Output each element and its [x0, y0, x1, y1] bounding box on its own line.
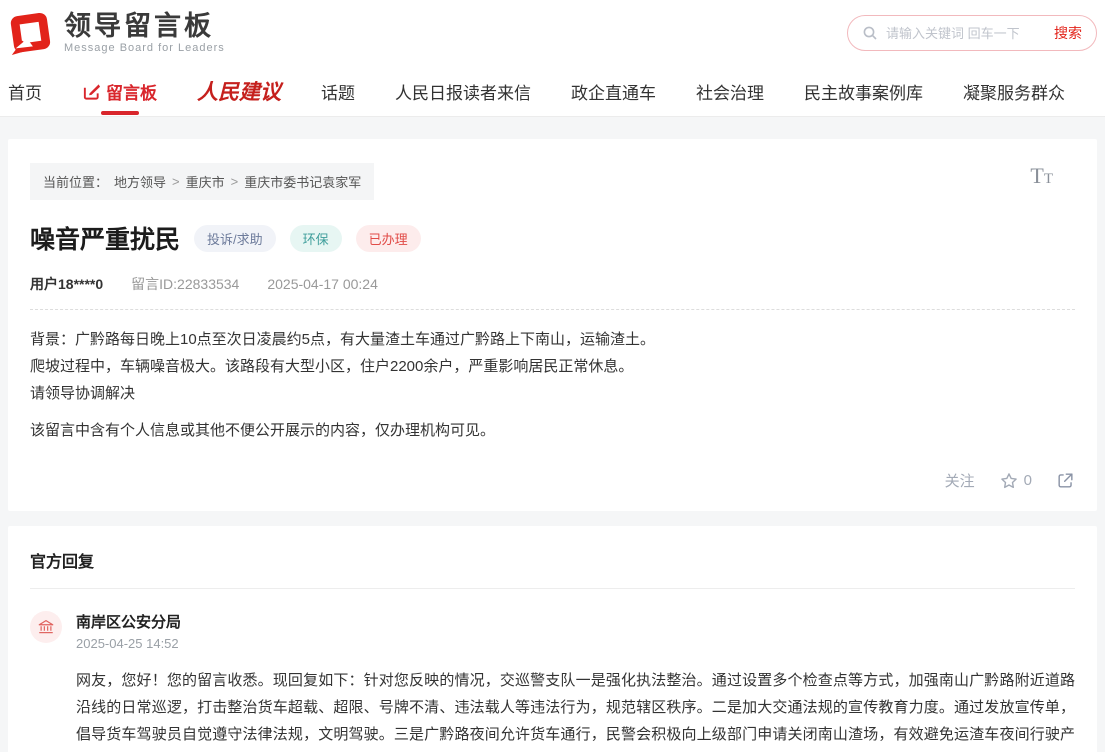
message-date: 2025-04-17 00:24 [267, 276, 378, 292]
divider [30, 309, 1075, 310]
favorite-count: 0 [1024, 472, 1032, 489]
breadcrumb-separator: > [231, 174, 239, 189]
agency-avatar [30, 611, 62, 643]
privacy-note: 该留言中含有个人信息或其他不便公开展示的内容，仅办理机构可见。 [30, 417, 1075, 444]
reply-content: 网友，您好！您的留言收悉。现回复如下：针对您反映的情况，交巡警支队一是强化执法整… [76, 667, 1075, 752]
official-reply-card: 官方回复 南岸区公安分局 2025-04-25 14:52 网友，您好！您的留言… [8, 526, 1097, 752]
nav-people-suggestions[interactable]: 人民建议 [197, 76, 281, 106]
search-input[interactable] [886, 26, 1054, 41]
nav-readers-letters[interactable]: 人民日报读者来信 [395, 79, 531, 104]
share-icon [1056, 471, 1075, 490]
message-id: 留言ID:22833534 [131, 274, 239, 294]
reply-date: 2025-04-25 14:52 [76, 636, 1075, 651]
message-board-pencil-icon [82, 82, 101, 101]
site-header: 领导留言板 Message Board for Leaders 搜索 首页 留 [0, 0, 1105, 117]
nav-gov-business-express[interactable]: 政企直通车 [571, 79, 656, 104]
site-logo[interactable]: 领导留言板 Message Board for Leaders [8, 10, 225, 56]
follow-button[interactable]: 关注 [945, 470, 975, 491]
search-icon [862, 25, 878, 41]
share-button[interactable] [1056, 471, 1075, 490]
star-icon [999, 471, 1019, 491]
search-box[interactable]: 搜索 [847, 15, 1097, 51]
nav-topics[interactable]: 话题 [321, 79, 355, 104]
tag-status: 已办理 [356, 225, 421, 252]
logo-title: 领导留言板 [64, 12, 225, 42]
breadcrumb-secretary[interactable]: 重庆市委书记袁家军 [244, 172, 361, 191]
reply-section-title: 官方回复 [30, 548, 1075, 589]
government-building-icon [37, 618, 55, 636]
breadcrumb: 当前位置： 地方领导 > 重庆市 > 重庆市委书记袁家军 [30, 163, 374, 200]
search-button[interactable]: 搜索 [1054, 23, 1082, 43]
tag-field: 环保 [290, 225, 342, 252]
nav-message-board[interactable]: 留言板 [82, 79, 157, 104]
breadcrumb-prefix: 当前位置： [43, 172, 108, 191]
font-size-toggle[interactable]: TT [1030, 163, 1053, 189]
breadcrumb-chongqing[interactable]: 重庆市 [186, 172, 225, 191]
content-line: 请领导协调解决 [30, 380, 1075, 407]
content-line: 背景：广黔路每日晚上10点至次日凌晨约5点，有大量渣土车通过广黔路上下南山，运输… [30, 326, 1075, 353]
logo-subtitle: Message Board for Leaders [64, 42, 225, 54]
nav-home[interactable]: 首页 [8, 79, 42, 104]
agency-name: 南岸区公安分局 [76, 611, 1075, 632]
content-line: 爬坡过程中，车辆噪音极大。该路段有大型小区，住户2200余户，严重影响居民正常休… [30, 353, 1075, 380]
tag-category: 投诉/求助 [194, 225, 276, 252]
nav-democracy-cases[interactable]: 民主故事案例库 [804, 79, 923, 104]
nav-social-governance[interactable]: 社会治理 [696, 79, 764, 104]
message-card: 当前位置： 地方领导 > 重庆市 > 重庆市委书记袁家军 TT 噪音严重扰民 投… [8, 139, 1097, 511]
nav-serve-masses[interactable]: 凝聚服务群众 [963, 79, 1065, 104]
reply-item: 南岸区公安分局 2025-04-25 14:52 网友，您好！您的留言收悉。现回… [30, 611, 1075, 752]
breadcrumb-local-leaders[interactable]: 地方领导 [114, 172, 166, 191]
message-content: 背景：广黔路每日晚上10点至次日凌晨约5点，有大量渣土车通过广黔路上下南山，运输… [30, 326, 1075, 444]
message-user: 用户18****0 [30, 274, 103, 294]
message-title: 噪音严重扰民 [30, 220, 180, 256]
main-nav: 首页 留言板 人民建议 话题 人民日报读者来信 政企直通车 社会治理 民主故事案… [8, 66, 1097, 116]
logo-icon [8, 10, 54, 56]
favorite-button[interactable]: 0 [999, 471, 1032, 491]
breadcrumb-separator: > [172, 174, 180, 189]
